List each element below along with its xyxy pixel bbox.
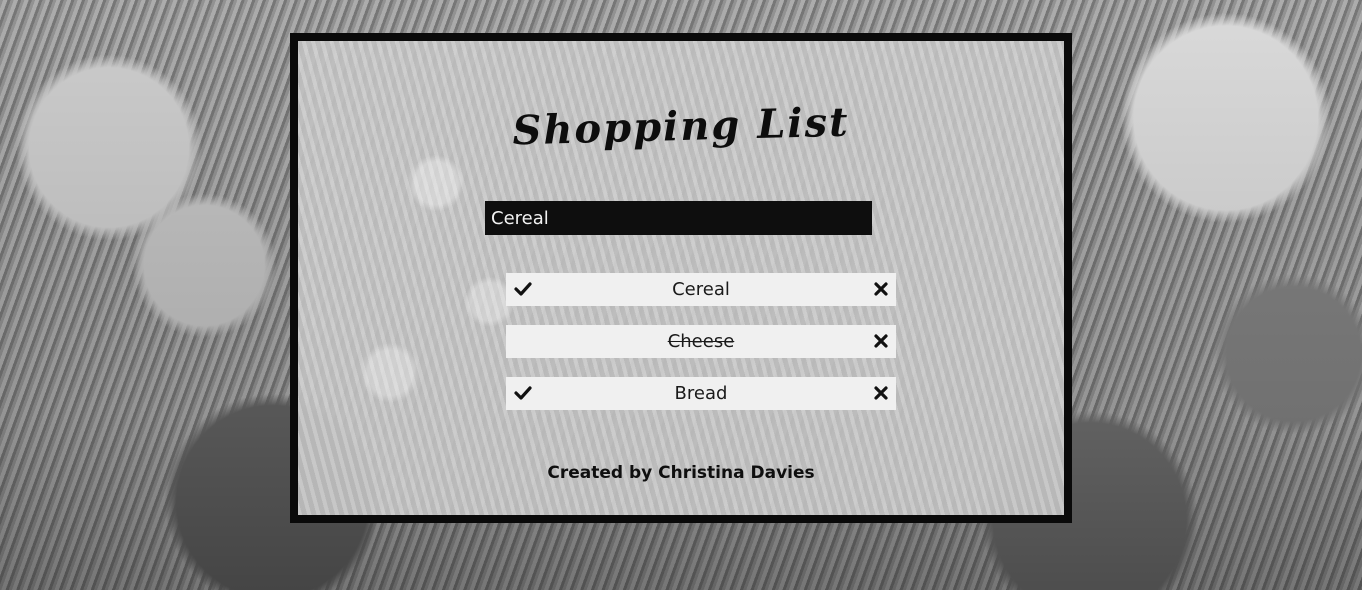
checkmark-icon[interactable]	[514, 384, 532, 402]
shopping-list-panel: Shopping List Cereal Cheese Bread	[290, 33, 1072, 523]
list-item-label: Bread	[674, 383, 728, 404]
checkmark-icon[interactable]	[514, 280, 532, 298]
list-item[interactable]: Bread	[506, 377, 896, 410]
list-item[interactable]: Cereal	[506, 273, 896, 306]
page-title: Shopping List	[511, 98, 851, 155]
new-item-input[interactable]	[485, 201, 872, 235]
close-icon[interactable]	[874, 334, 888, 348]
close-icon[interactable]	[874, 386, 888, 400]
list-item-label: Cereal	[672, 279, 730, 300]
credit-text: Created by Christina Davies	[547, 463, 815, 483]
list-item-label: Cheese	[667, 331, 735, 352]
list-item[interactable]: Cheese	[506, 325, 896, 358]
shopping-list: Cereal Cheese Bread	[506, 273, 896, 429]
close-icon[interactable]	[874, 282, 888, 296]
